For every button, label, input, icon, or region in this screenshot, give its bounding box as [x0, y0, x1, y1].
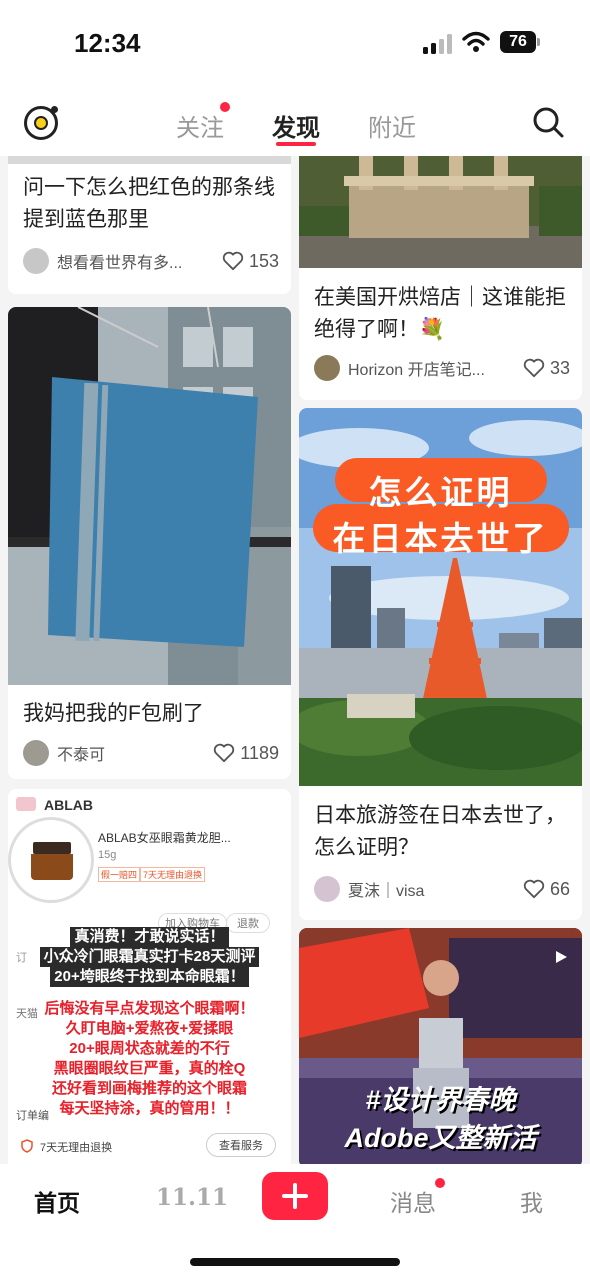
image-headline-line1: #设计界春晚 [365, 1085, 516, 1115]
shield-icon [21, 1139, 33, 1153]
overlay-line: 20+垮眼终于找到本命眼霜！ [50, 967, 249, 987]
overlay-red-text: 后悔没有早点发现这个眼霜啊！ 久盯电脑+爱熬夜+爱揉眼 20+眼周状态就差的不行… [8, 999, 291, 1119]
nav-home[interactable]: 首页 [34, 1184, 80, 1218]
avatar[interactable] [23, 248, 49, 274]
tab-nearby[interactable]: 附近 [368, 108, 416, 143]
battery-level: 76 [500, 31, 536, 53]
feed-card[interactable]: #设计界春晚 Adobe又整新活 [299, 928, 582, 1164]
feed-card[interactable]: 问一下怎么把红色的那条线提到蓝色那里 想看看世界有多... 153 [8, 156, 291, 294]
heart-icon[interactable] [213, 743, 235, 763]
signal-icon [423, 34, 452, 54]
like-count: 153 [248, 250, 279, 271]
like-count: 66 [549, 878, 570, 899]
card-author[interactable]: Horizon 开店笔记... [348, 356, 517, 380]
card-author[interactable]: 不泰可 [57, 741, 207, 765]
card-title: 问一下怎么把红色的那条线提到蓝色那里 [23, 176, 275, 231]
status-bar: 12:34 76 [0, 0, 590, 90]
card-title: 我妈把我的F包刷了 [23, 702, 204, 725]
product-tag: 假一赔四 [98, 867, 141, 882]
publish-plus-button[interactable] [262, 1172, 328, 1220]
battery-icon: 76 [500, 31, 540, 53]
overlay-line: 久盯电脑+爱熬夜+爱揉眼 [65, 1020, 234, 1037]
overlay-line: 还好看到画梅推荐的这个眼霜 [51, 1080, 247, 1097]
overlay-line: 每天坚持涂，真的管用！！ [59, 1100, 240, 1117]
like-count: 33 [549, 357, 570, 378]
video-play-icon [556, 951, 567, 963]
footer-return: 7天无理由退换 [40, 1142, 113, 1154]
image-headline-line2: 在日本去世了 [332, 520, 549, 557]
avatar[interactable] [23, 740, 49, 766]
overlay-line: 真消费！才敢说实话！ [70, 927, 229, 947]
shop-logo-icon [16, 797, 36, 811]
feed-card[interactable]: 怎么证明 在日本去世了 日本旅游签在日本去世了，怎么证明？ 夏沫｜visa 66 [299, 408, 582, 920]
heart-icon[interactable] [523, 358, 545, 378]
nav-messages[interactable]: 消息 [390, 1184, 436, 1218]
wifi-icon [462, 31, 490, 52]
active-tab-underline [276, 142, 316, 146]
card-meta: 想看看世界有多... 153 [23, 247, 279, 275]
avatar[interactable] [314, 876, 340, 902]
card-title: 在美国开烘焙店｜这谁能拒绝得了啊！💐 [314, 286, 566, 341]
product-thumb [8, 817, 94, 903]
overlay-black-text: 真消费！才敢说实话！ 小众冷门眼霜真实打卡28天测评 20+垮眼终于找到本命眼霜… [8, 927, 291, 987]
image-headline-line2: Adobe又整新活 [344, 1123, 537, 1153]
nav-me[interactable]: 我 [520, 1184, 543, 1218]
card-image [299, 408, 582, 786]
view-service-label: 查看服务 [206, 1133, 276, 1157]
messages-dot [435, 1178, 445, 1188]
nav-1111[interactable]: 11.11 [156, 1184, 228, 1211]
image-headline-line1: 怎么证明 [368, 474, 513, 511]
tab-following-dot [220, 102, 230, 112]
heart-icon[interactable] [523, 879, 545, 899]
like-count: 1189 [240, 742, 279, 763]
overlay-line: 后悔没有早点发现这个眼霜啊！ [44, 1000, 255, 1017]
card-meta: Horizon 开店笔记... 33 [314, 354, 570, 382]
card-image [299, 156, 582, 268]
status-time: 12:34 [74, 28, 141, 58]
card-meta: 夏沫｜visa 66 [314, 875, 570, 903]
top-nav: 关注 发现 附近 [0, 90, 590, 156]
card-meta: 不泰可 1189 [23, 739, 279, 767]
feed-card[interactable]: 在美国开烘焙店｜这谁能拒绝得了啊！💐 Horizon 开店笔记... 33 [299, 156, 582, 400]
tab-discover[interactable]: 发现 [272, 108, 320, 143]
card-title: 日本旅游签在日本去世了，怎么证明？ [314, 804, 566, 859]
feed: 问一下怎么把红色的那条线提到蓝色那里 想看看世界有多... 153 在美国开烘焙… [0, 156, 590, 1164]
card-image [8, 156, 291, 164]
product-tag: 7天无理由退换 [140, 867, 206, 882]
shop-brand: ABLAB [44, 797, 93, 813]
app-logo-icon[interactable] [24, 106, 58, 140]
product-name: ABLAB女巫眼霜黄龙胆... [98, 831, 231, 845]
heart-icon[interactable] [222, 251, 244, 271]
feed-card[interactable]: ABLAB ABLAB女巫眼霜黄龙胆... 15g 假一赔四 7天无理由退换 加… [8, 789, 291, 1164]
product-spec: 15g [98, 849, 117, 861]
search-icon[interactable] [532, 106, 564, 138]
card-image [8, 307, 291, 685]
overlay-line: 黑眼圈眼纹巨严重，真的栓Q [53, 1060, 246, 1077]
feed-card[interactable]: 我妈把我的F包刷了 不泰可 1189 [8, 307, 291, 779]
overlay-line: 小众冷门眼霜真实打卡28天测评 [39, 947, 260, 967]
card-author[interactable]: 想看看世界有多... [57, 249, 216, 273]
overlay-line: 20+眼周状态就差的不行 [69, 1040, 230, 1057]
avatar[interactable] [314, 355, 340, 381]
home-indicator [190, 1258, 400, 1266]
card-author[interactable]: 夏沫｜visa [348, 877, 517, 901]
tab-following[interactable]: 关注 [176, 108, 224, 143]
